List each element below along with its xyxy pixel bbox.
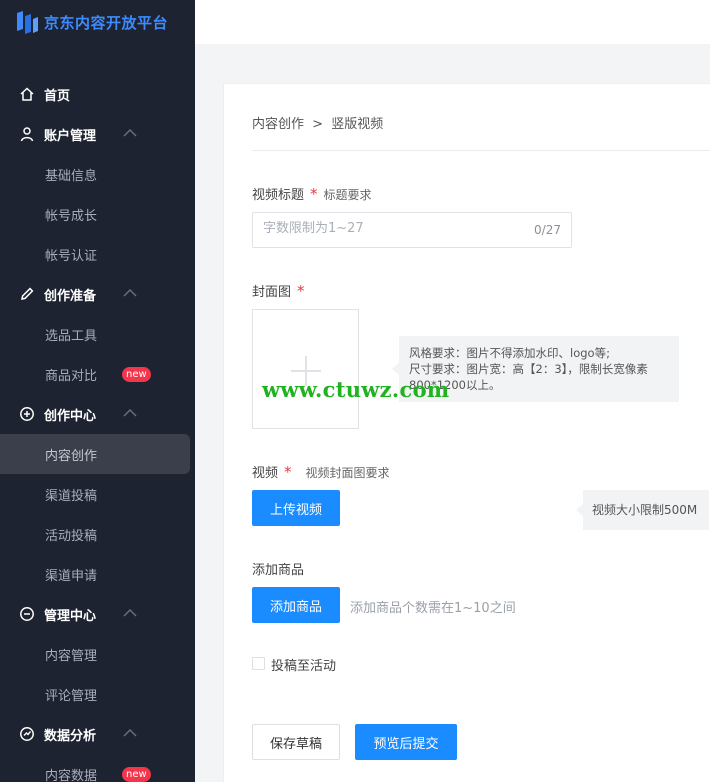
title-input[interactable]: [263, 221, 523, 236]
save-draft-button[interactable]: 保存草稿: [252, 724, 340, 760]
nav-group-label: 创作准备: [44, 289, 97, 304]
analytics-icon: [20, 727, 34, 741]
sidebar-item-product-compare[interactable]: 商品对比 new: [0, 354, 190, 394]
cover-label-text: 封面图: [252, 285, 292, 300]
nav-home-label: 首页: [44, 89, 71, 104]
nav-group-label: 账户管理: [44, 129, 97, 144]
title-hint-link[interactable]: 标题要求: [324, 188, 372, 202]
watermark-text: www.ctuwz.com: [262, 377, 450, 402]
chevron-up-icon: [123, 729, 137, 737]
nav-group-label: 数据分析: [44, 729, 97, 744]
title-input-box[interactable]: 0/27: [252, 212, 572, 248]
sidebar-item-product-tool[interactable]: 选品工具: [0, 314, 190, 354]
sidebar-item-content-data[interactable]: 内容数据 new: [0, 754, 190, 782]
nav-group-analytics[interactable]: 数据分析: [0, 714, 195, 754]
sidebar-item-label: 帐号认证: [45, 249, 98, 264]
nav-group-account[interactable]: 账户管理: [0, 114, 195, 154]
new-badge: new: [122, 767, 151, 782]
chevron-up-icon: [123, 409, 137, 417]
activity-checkbox[interactable]: [252, 657, 265, 670]
sidebar-item-label: 选品工具: [45, 329, 98, 344]
video-field-label: 视频 * 视频封面图要求: [252, 462, 390, 481]
sidebar-item-channel-apply[interactable]: 渠道申请: [0, 554, 190, 594]
sidebar-item-activity-submit[interactable]: 活动投稿: [0, 514, 190, 554]
video-size-tooltip: 视频大小限制500M: [576, 490, 709, 530]
top-header: [195, 0, 710, 44]
product-field-label: 添加商品: [252, 563, 305, 578]
activity-checkbox-label[interactable]: 投稿至活动: [271, 655, 336, 674]
required-mark: *: [284, 463, 292, 481]
sidebar-item-label: 内容管理: [45, 649, 98, 664]
sidebar-item-label: 内容创作: [45, 449, 98, 464]
upload-video-button[interactable]: 上传视频: [252, 490, 340, 526]
sidebar-item-account-verify[interactable]: 帐号认证: [0, 234, 190, 274]
required-mark: *: [297, 282, 305, 300]
nav-home[interactable]: 首页: [0, 74, 195, 114]
sidebar-item-label: 渠道投稿: [45, 489, 98, 504]
logo[interactable]: 京东内容开放平台: [14, 6, 168, 38]
sidebar-item-content-manage[interactable]: 内容管理: [0, 634, 190, 674]
chat-icon: [20, 607, 34, 621]
sidebar-item-label: 基础信息: [45, 169, 98, 184]
sidebar-item-comment-manage[interactable]: 评论管理: [0, 674, 190, 714]
sidebar-item-channel-submit[interactable]: 渠道投稿: [0, 474, 190, 514]
video-hint-link[interactable]: 视频封面图要求: [306, 466, 390, 480]
product-count-note: 添加商品个数需在1~10之间: [350, 601, 516, 616]
user-icon: [20, 127, 34, 142]
sidebar-item-label: 活动投稿: [45, 529, 98, 544]
sidebar-item-account-growth[interactable]: 帐号成长: [0, 194, 190, 234]
sidebar-item-label: 评论管理: [45, 689, 98, 704]
chevron-up-icon: [123, 609, 137, 617]
new-badge: new: [122, 367, 151, 382]
sidebar-item-label: 渠道申请: [45, 569, 98, 584]
cover-field-label: 封面图 *: [252, 281, 305, 300]
breadcrumb: 内容创作 > 竖版视频: [252, 113, 383, 132]
add-product-button[interactable]: 添加商品: [252, 587, 340, 623]
title-char-count: 0/27: [534, 223, 561, 237]
preview-submit-button[interactable]: 预览后提交: [355, 724, 457, 760]
divider: [252, 150, 710, 151]
title-field-label: 视频标题 * 标题要求: [252, 184, 372, 203]
brand-name: 京东内容开放平台: [44, 13, 169, 32]
nav-group-label: 创作中心: [44, 409, 97, 424]
chevron-up-icon: [123, 289, 137, 297]
sidebar: 京东内容开放平台 首页 账户管理 基础信息 帐号成长 帐号认证 创作准备 选品工…: [0, 0, 195, 782]
nav-group-prep[interactable]: 创作准备: [0, 274, 195, 314]
jd-logo-icon: [17, 11, 38, 34]
breadcrumb-parent[interactable]: 内容创作: [252, 117, 304, 132]
sidebar-item-label: 帐号成长: [45, 209, 98, 224]
nav-group-create[interactable]: 创作中心: [0, 394, 195, 434]
video-label-text: 视频: [252, 466, 279, 481]
chevron-up-icon: [123, 129, 137, 137]
pencil-icon: [21, 287, 34, 300]
cover-upload-box[interactable]: [252, 309, 359, 429]
sidebar-item-basic-info[interactable]: 基础信息: [0, 154, 190, 194]
create-icon: [20, 407, 34, 421]
cover-tip-line: 风格要求：图片不得添加水印、logo等;: [409, 346, 610, 360]
title-label-text: 视频标题: [252, 188, 305, 203]
nav-group-label: 管理中心: [44, 609, 97, 624]
sidebar-item-label: 内容数据: [45, 769, 98, 782]
sidebar-item-label: 商品对比: [45, 369, 98, 384]
nav-group-manage[interactable]: 管理中心: [0, 594, 195, 634]
sidebar-item-content-create[interactable]: 内容创作: [0, 434, 190, 474]
home-icon: [20, 87, 34, 101]
breadcrumb-separator: >: [312, 117, 324, 132]
breadcrumb-current: 竖版视频: [331, 117, 384, 132]
required-mark: *: [310, 185, 318, 203]
